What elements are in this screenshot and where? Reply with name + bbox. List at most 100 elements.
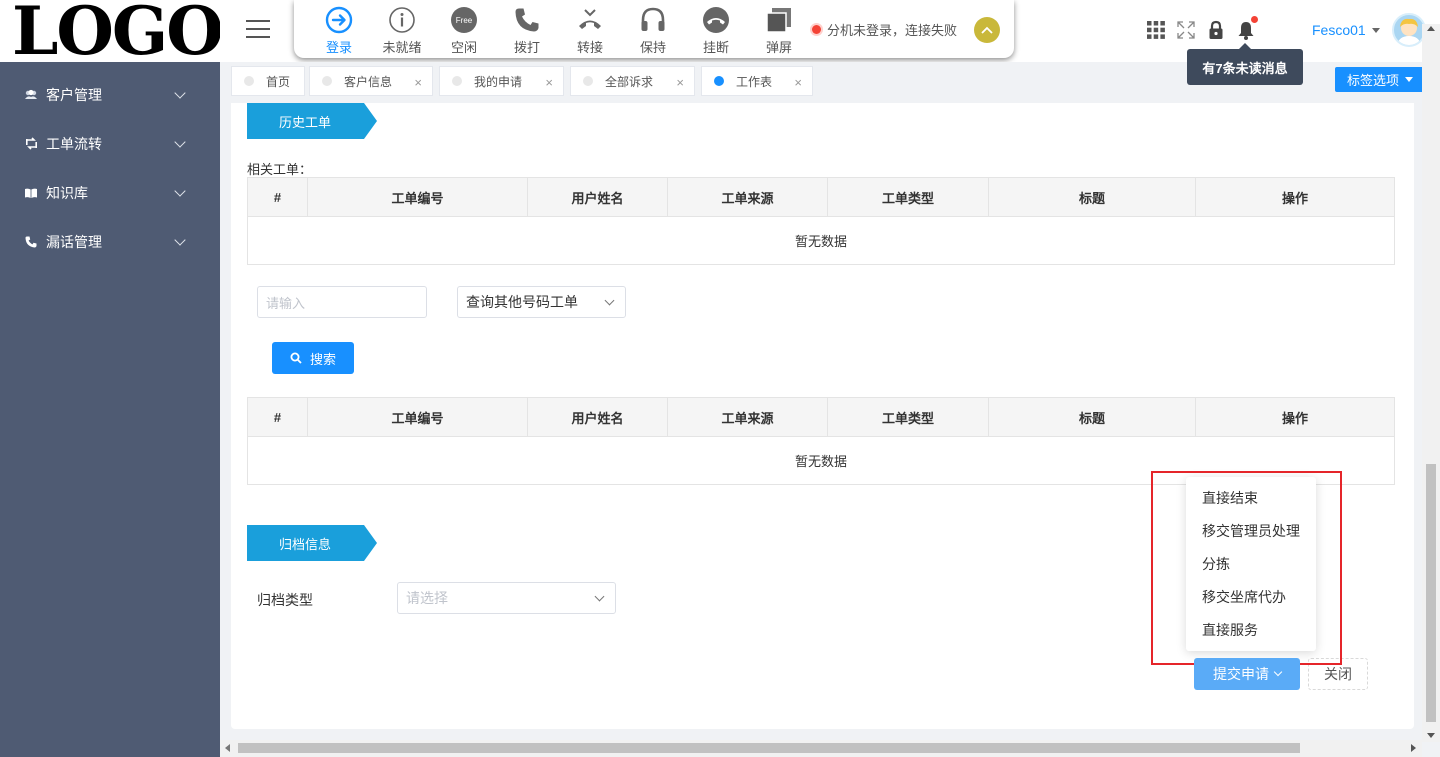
chevron-down-icon (604, 295, 615, 306)
column-header: 工单来源 (667, 397, 828, 437)
idle-button[interactable]: Free 空闲 (439, 6, 489, 56)
sidebar-item-label: 漏话管理 (46, 233, 102, 250)
chevron-down-icon (1273, 667, 1283, 677)
column-header: 工单类型 (827, 177, 989, 217)
close-button[interactable]: 关闭 (1308, 658, 1368, 690)
chevron-down-icon (174, 135, 186, 148)
login-icon (325, 6, 353, 34)
menu-item-transfer-to-admin[interactable]: 移交管理员处理 (1186, 515, 1316, 548)
tab-my-applications[interactable]: 我的申请 × (439, 66, 564, 96)
chevron-up-icon (981, 26, 993, 34)
workflow-icon (24, 137, 38, 151)
column-header: 工单类型 (827, 397, 989, 437)
notification-bell-icon[interactable] (1236, 16, 1258, 40)
popup-screen-icon (765, 6, 793, 34)
sidebar-item-workflow[interactable]: 工单流转 (0, 119, 220, 168)
tab-customer-info[interactable]: 客户信息 × (309, 66, 433, 96)
caret-down-icon (1371, 27, 1380, 33)
scrollbar-thumb[interactable] (238, 743, 1300, 753)
phone-toolbar: 登录 未就绪 Free 空闲 拨打 转接 保持 挂断 弹屏 分机未登录，连接失败 (294, 0, 1014, 58)
scroll-down-icon[interactable] (1427, 733, 1435, 738)
submit-dropdown-menu: 直接结束 移交管理员处理 分拣 移交坐席代办 直接服务 (1186, 477, 1316, 651)
vertical-scrollbar[interactable] (1422, 24, 1440, 742)
close-icon[interactable]: × (545, 75, 553, 90)
logo: LOGO (0, 0, 220, 62)
phone-icon (24, 235, 38, 249)
archive-type-select[interactable]: 请选择 (397, 582, 616, 614)
chevron-down-icon (594, 591, 605, 602)
collapse-toolbar-button[interactable] (974, 17, 1000, 43)
column-header: 工单编号 (307, 397, 528, 437)
hangup-button[interactable]: 挂断 (691, 6, 741, 56)
close-icon[interactable]: × (414, 75, 422, 90)
phone-query-select[interactable]: 查询其他号码工单 (457, 286, 626, 318)
not-ready-button[interactable]: 未就绪 (377, 6, 427, 56)
close-icon[interactable]: × (794, 75, 802, 90)
close-icon[interactable]: × (676, 75, 684, 90)
dial-button[interactable]: 拨打 (502, 6, 552, 56)
popup-screen-button[interactable]: 弹屏 (754, 6, 804, 56)
sidebar-item-missed-calls[interactable]: 漏话管理 (0, 217, 220, 266)
horizontal-scrollbar[interactable] (220, 740, 1422, 757)
menu-item-sort[interactable]: 分拣 (1186, 548, 1316, 581)
lock-icon[interactable] (1206, 20, 1226, 40)
book-icon (24, 186, 38, 200)
chevron-down-icon (174, 233, 186, 246)
sidebar: LOGO 客户管理 工单流转 知识库 漏话管理 (0, 0, 220, 757)
search-results-table: # 工单编号 用户姓名 工单来源 工单类型 标题 操作 暂无数据 (247, 397, 1395, 485)
tab-dot-icon (452, 76, 462, 86)
column-header: # (247, 397, 308, 437)
scroll-right-icon[interactable] (1411, 744, 1416, 752)
menu-item-end-directly[interactable]: 直接结束 (1186, 482, 1316, 515)
user-menu[interactable]: Fesco01 (1312, 22, 1380, 38)
scroll-left-icon[interactable] (225, 744, 230, 752)
free-icon: Free (450, 6, 478, 34)
info-icon (388, 6, 416, 34)
apps-grid-icon[interactable] (1146, 20, 1166, 40)
caret-down-icon (1405, 77, 1413, 82)
transfer-button[interactable]: 转接 (565, 6, 615, 56)
column-header: 操作 (1195, 177, 1395, 217)
history-section-title: 历史工单 (247, 103, 377, 139)
menu-item-direct-service[interactable]: 直接服务 (1186, 614, 1316, 647)
hangup-icon (702, 6, 730, 34)
tab-home[interactable]: 首页 (231, 66, 305, 96)
headset-icon (639, 6, 667, 34)
tab-dot-icon (322, 76, 332, 86)
sidebar-menu: 客户管理 工单流转 知识库 漏话管理 (0, 70, 220, 266)
sidebar-item-label: 工单流转 (46, 135, 102, 152)
tag-options-button[interactable]: 标签选项 (1335, 67, 1425, 92)
column-header: 工单来源 (667, 177, 828, 217)
table-header-row: # 工单编号 用户姓名 工单来源 工单类型 标题 操作 (247, 397, 1395, 437)
tab-worksheet[interactable]: 工作表 × (701, 66, 813, 96)
notification-badge (1251, 16, 1258, 23)
table-header-row: # 工单编号 用户姓名 工单来源 工单类型 标题 操作 (247, 177, 1395, 217)
sidebar-item-knowledge-base[interactable]: 知识库 (0, 168, 220, 217)
status-dot-icon (812, 25, 821, 34)
related-tickets-table: # 工单编号 用户姓名 工单来源 工单类型 标题 操作 暂无数据 (247, 177, 1395, 265)
hold-button[interactable]: 保持 (628, 6, 678, 56)
chevron-down-icon (174, 184, 186, 197)
search-button[interactable]: 搜索 (272, 342, 354, 374)
sidebar-item-label: 客户管理 (46, 86, 102, 103)
submit-application-button[interactable]: 提交申请 (1194, 658, 1300, 690)
scrollbar-thumb[interactable] (1426, 464, 1436, 722)
scroll-up-icon[interactable] (1427, 26, 1435, 31)
column-header: 工单编号 (307, 177, 528, 217)
avatar[interactable] (1392, 13, 1426, 47)
header-tools (1146, 16, 1266, 40)
login-button[interactable]: 登录 (314, 6, 364, 56)
column-header: 标题 (988, 177, 1196, 217)
related-tickets-label: 相关工单： (247, 162, 313, 177)
sidebar-item-customer-management[interactable]: 客户管理 (0, 70, 220, 119)
column-header: 用户姓名 (527, 397, 668, 437)
search-icon (290, 352, 302, 364)
transfer-icon (576, 6, 604, 34)
fullscreen-icon[interactable] (1176, 20, 1196, 40)
search-input[interactable]: 请输入 (257, 286, 427, 318)
notification-tooltip: 有7条未读消息 (1187, 43, 1303, 85)
hamburger-menu-icon[interactable] (246, 20, 270, 40)
users-icon (24, 88, 38, 102)
menu-item-transfer-to-agent[interactable]: 移交坐席代办 (1186, 581, 1316, 614)
tab-all-appeals[interactable]: 全部诉求 × (570, 66, 695, 96)
